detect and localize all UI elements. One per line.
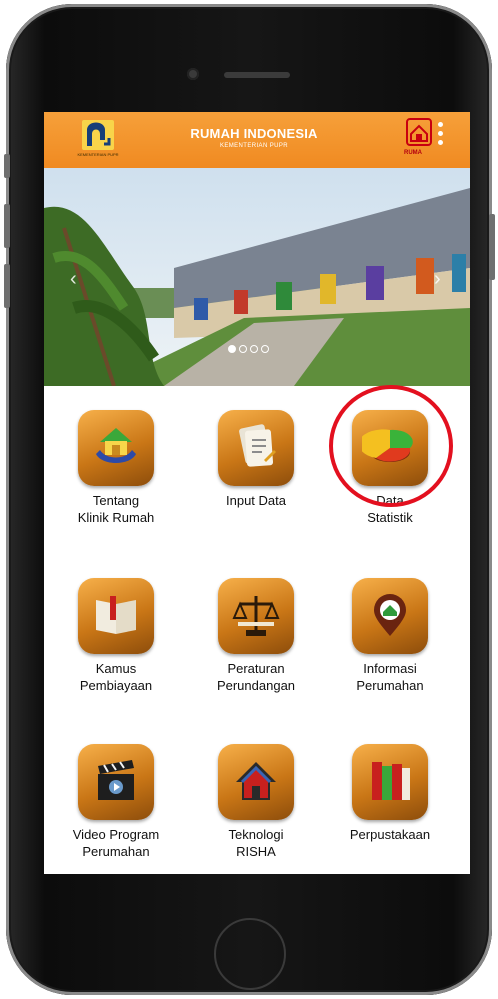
menu-kamus-pembiayaan[interactable]: Kamus Pembiayaan <box>56 578 176 694</box>
menu-input-data[interactable]: Input Data <box>196 410 316 509</box>
menu-perpustakaan[interactable]: Perpustakaan <box>330 744 450 843</box>
book-icon <box>78 578 154 654</box>
menu-peraturan-perundangan[interactable]: Peraturan Perundangan <box>196 578 316 694</box>
banner-next-icon[interactable]: › <box>434 268 441 291</box>
menu-informasi-perumahan[interactable]: Informasi Perumahan <box>330 578 450 694</box>
scales-icon <box>218 578 294 654</box>
front-camera <box>187 68 199 80</box>
menu-label: Peraturan <box>227 661 285 676</box>
rumah-logo-icon <box>406 118 432 146</box>
menu-label: Informasi <box>363 661 417 676</box>
power-button <box>489 214 495 280</box>
menu-label: Tentang <box>92 493 140 508</box>
pager-dot[interactable] <box>228 345 236 353</box>
menu-label: Statistik <box>367 510 413 525</box>
menu-label: Perundangan <box>216 678 296 693</box>
volume-down-button <box>4 264 10 308</box>
menu-label: RISHA <box>236 844 276 859</box>
menu-label: Teknologi <box>228 827 284 842</box>
banner-carousel[interactable]: ‹ › <box>44 168 470 386</box>
pager-dot[interactable] <box>239 345 247 353</box>
rumah-logo-text: RUMA <box>404 150 422 156</box>
clipboard-pen-icon <box>218 410 294 486</box>
menu-video-program-perumahan[interactable]: Video Program Perumahan <box>56 744 176 860</box>
menu-label: Perpustakaan <box>349 827 431 842</box>
menu-label: Pembiayaan <box>79 678 153 693</box>
header-title-block: RUMAH INDONESIA KEMENTERIAN PUPR <box>144 126 364 149</box>
menu-tentang-klinik-rumah[interactable]: Tentang Klinik Rumah <box>56 410 176 526</box>
volume-button <box>4 154 10 178</box>
house-hands-icon <box>78 410 154 486</box>
app-subtitle: KEMENTERIAN PUPR <box>219 143 289 149</box>
menu-label: Perumahan <box>82 844 150 859</box>
pager-dot[interactable] <box>250 345 258 353</box>
app-header: KEMENTERIAN PUPR RUMAH INDONESIA KEMENTE… <box>44 112 470 168</box>
app-title: RUMAH INDONESIA <box>190 126 318 141</box>
volume-up-button <box>4 204 10 248</box>
menu-label: Video Program <box>72 827 160 842</box>
menu-teknologi-risha[interactable]: Teknologi RISHA <box>196 744 316 860</box>
books-icon <box>352 744 428 820</box>
map-pin-house-icon <box>352 578 428 654</box>
clapperboard-icon <box>78 744 154 820</box>
logo-caption: KEMENTERIAN PUPR <box>77 152 119 157</box>
house-frame-icon <box>218 744 294 820</box>
banner-pager <box>228 340 272 358</box>
menu-label: Klinik Rumah <box>77 510 155 525</box>
earpiece-speaker <box>224 72 290 78</box>
home-button[interactable] <box>214 918 286 990</box>
menu-label: Perumahan <box>356 678 424 693</box>
pager-dot[interactable] <box>261 345 269 353</box>
overflow-menu-icon[interactable] <box>438 122 444 149</box>
menu-label: Kamus <box>95 661 137 676</box>
banner-prev-icon[interactable]: ‹ <box>70 268 77 291</box>
menu-label: Input Data <box>226 493 286 508</box>
highlight-circle-annotation <box>329 385 453 507</box>
